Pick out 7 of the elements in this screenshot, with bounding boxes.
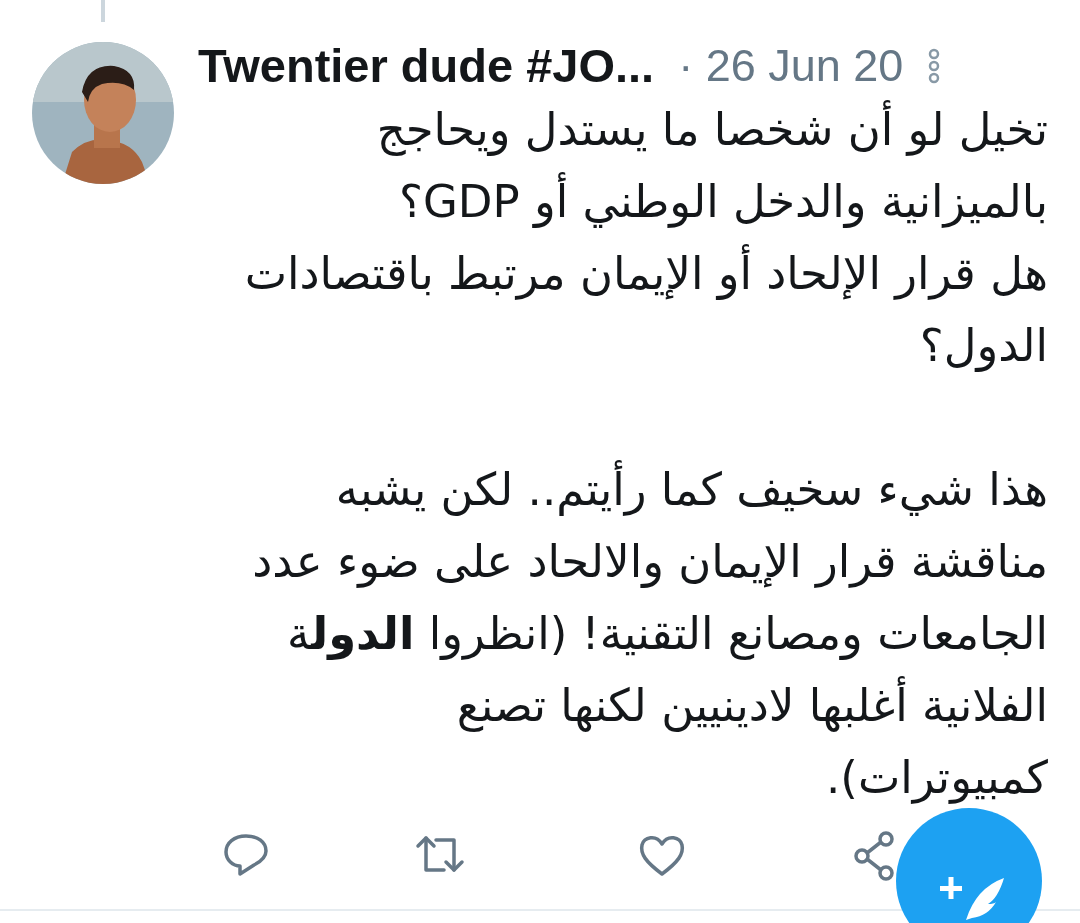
- share-icon[interactable]: [852, 830, 894, 882]
- compose-icon: [940, 877, 1004, 920]
- tweet-date[interactable]: · 26 Jun 20: [678, 39, 904, 94]
- author-name[interactable]: Twentier dude #JO...: [198, 38, 655, 95]
- tweet-text: تخيل لو أن شخصا ما يستدل ويحاجج بالميزانية والدخل الوطني أو GDP؟ هل قرار الإلحاد أو الإيمان مرتبط باقتصادات الدول؟: [198, 94, 1048, 383]
- tweet-text: هذا شيء سخيف كما رأيتم.. لكن يشبه مناقشة قرار الإيمان والالحاد على ضوء عدد الجامعات ومصانع التقنية! (انظروا الدولة الفلانية أغلبها لادينيين لكنها تصنع كمبيوترات).: [198, 454, 1048, 815]
- more-options-icon[interactable]: [927, 48, 942, 85]
